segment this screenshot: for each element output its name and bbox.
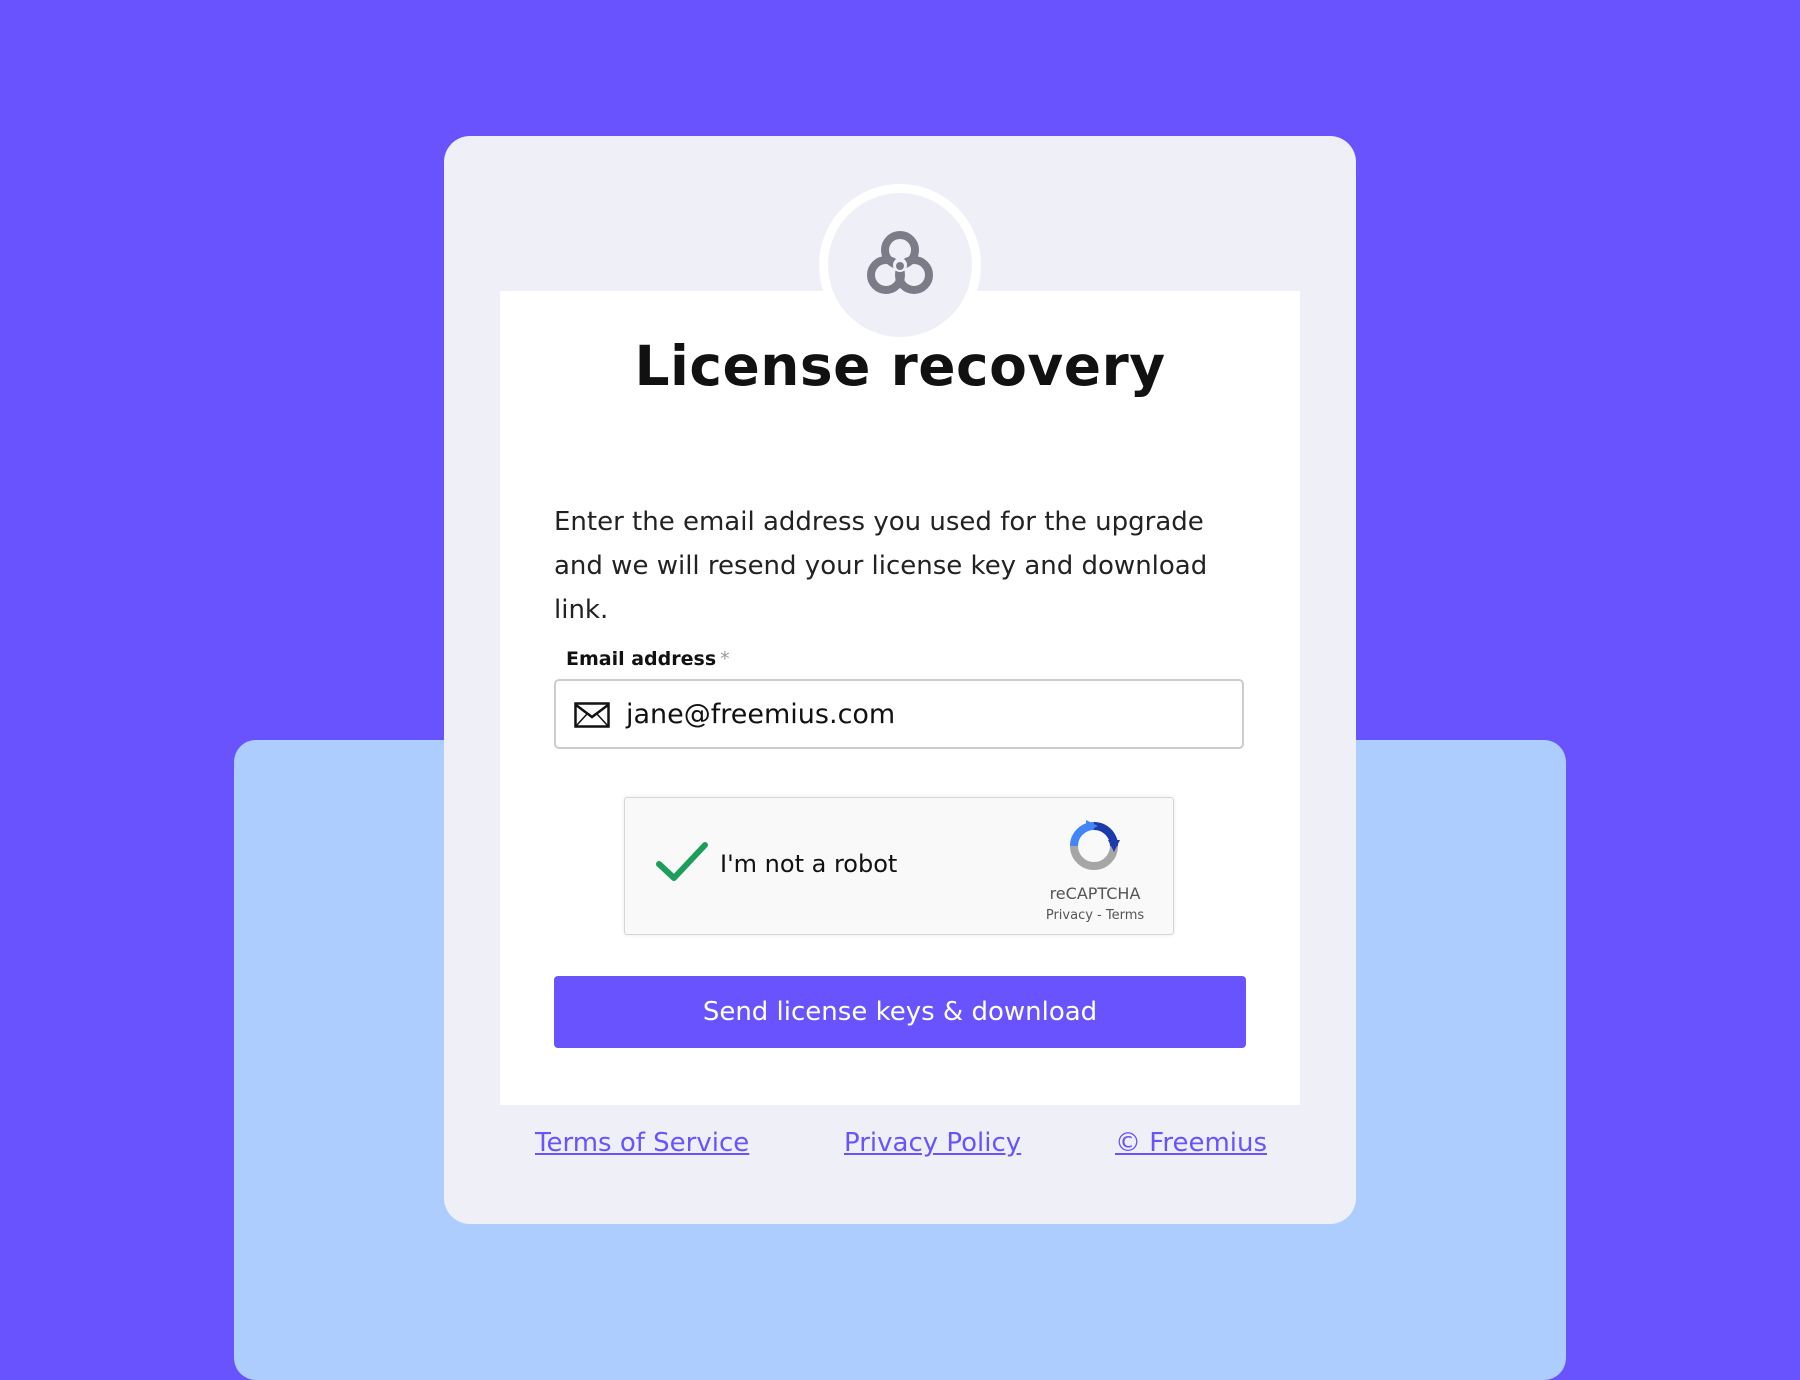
license-recovery-card: License recovery Enter the email address… xyxy=(444,136,1356,1224)
email-value: jane@freemius.com xyxy=(626,699,896,730)
send-license-button[interactable]: Send license keys & download xyxy=(554,976,1246,1048)
logo-circle xyxy=(828,193,972,337)
recaptcha-widget[interactable]: I'm not a robot reCAPTCHA Privacy - Term… xyxy=(624,797,1174,935)
email-label: Email address * xyxy=(566,648,730,670)
terms-of-service-link[interactable]: Terms of Service xyxy=(535,1128,749,1158)
checkmark-icon[interactable] xyxy=(655,840,709,884)
logo-badge xyxy=(819,184,981,346)
required-marker: * xyxy=(720,648,730,670)
email-field[interactable]: jane@freemius.com xyxy=(554,679,1244,749)
freemius-logo-icon xyxy=(867,231,933,294)
email-label-text: Email address xyxy=(566,648,717,670)
recaptcha-brand: reCAPTCHA xyxy=(1049,884,1141,903)
recaptcha-links[interactable]: Privacy - Terms xyxy=(1025,908,1165,923)
instructions-text: Enter the email address you used for the… xyxy=(554,507,1208,625)
mail-icon xyxy=(574,702,610,728)
captcha-label: I'm not a robot xyxy=(720,850,898,878)
recaptcha-logo-icon xyxy=(1070,820,1120,870)
page-title: License recovery xyxy=(634,334,1166,398)
freemius-copyright-link[interactable]: © Freemius xyxy=(1115,1128,1267,1158)
privacy-policy-link[interactable]: Privacy Policy xyxy=(844,1128,1021,1158)
